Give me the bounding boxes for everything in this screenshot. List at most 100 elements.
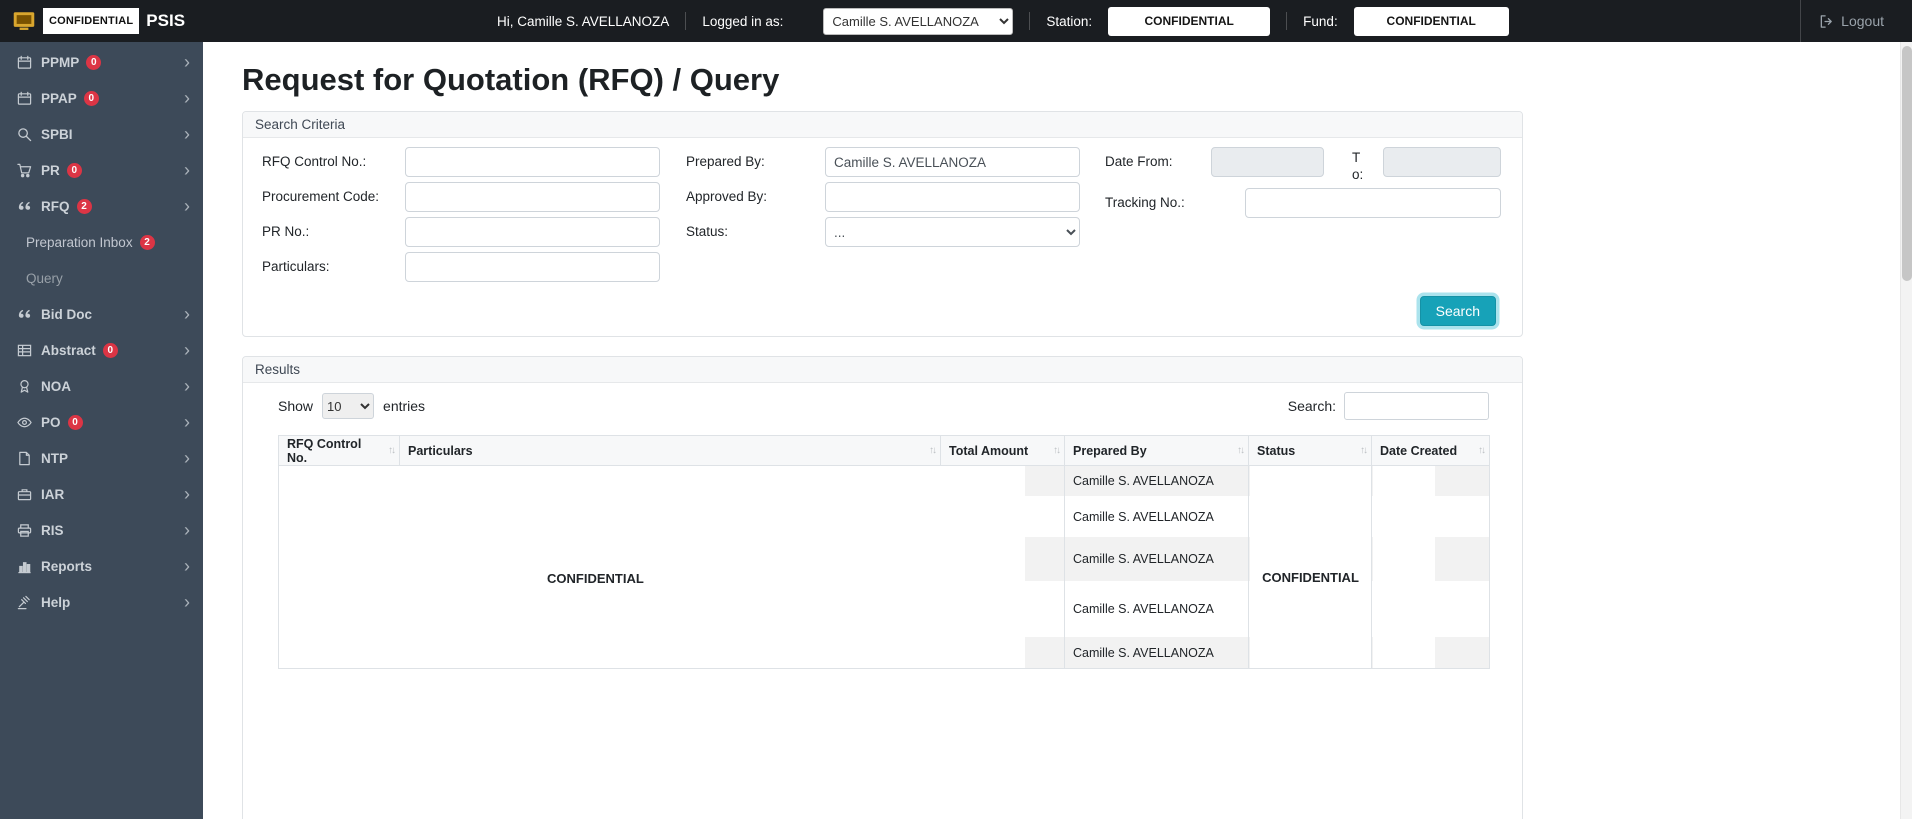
date-to-input[interactable] bbox=[1383, 147, 1501, 177]
sidebar-item-ppmp[interactable]: PPMP 0 › bbox=[0, 44, 203, 80]
approved-by-input[interactable] bbox=[825, 182, 1080, 212]
prepared-by-cell: Camille S. AVELLANOZA bbox=[1065, 466, 1249, 496]
sidebar-item-label: Abstract bbox=[41, 342, 96, 358]
column-label: RFQ Control No. bbox=[287, 436, 362, 465]
sidebar-item-ris[interactable]: RIS › bbox=[0, 512, 203, 548]
sidebar-item-query[interactable]: Query bbox=[0, 260, 203, 296]
rfq-control-no-input[interactable] bbox=[405, 147, 660, 177]
table-search-input[interactable] bbox=[1344, 392, 1489, 420]
topbar: CONFIDENTIAL PSIS Hi, Camille S. AVELLAN… bbox=[0, 0, 1912, 42]
results-card: Results Show 10 entries Search: RFQ Cont… bbox=[242, 356, 1523, 819]
logged-in-as-label: Logged in as: bbox=[702, 13, 784, 29]
sidebar-subitem-label: Query bbox=[26, 270, 63, 286]
confidential-text: CONFIDENTIAL bbox=[1262, 570, 1359, 585]
file-icon bbox=[14, 451, 34, 466]
sidebar-item-label: PPAP bbox=[41, 90, 77, 106]
redaction-overlay-date bbox=[1373, 466, 1435, 668]
prepared-by-cell: Camille S. AVELLANOZA bbox=[1065, 537, 1249, 581]
chevron-right-icon: › bbox=[184, 52, 190, 72]
divider bbox=[685, 12, 687, 30]
sort-icon[interactable]: ↑↓ bbox=[1237, 445, 1245, 456]
pr-no-input[interactable] bbox=[405, 217, 660, 247]
sidebar-item-reports[interactable]: Reports › bbox=[0, 548, 203, 584]
column-label: Prepared By bbox=[1073, 443, 1147, 458]
sidebar-item-po[interactable]: PO 0 › bbox=[0, 404, 203, 440]
particulars-input[interactable] bbox=[405, 252, 660, 282]
chevron-right-icon: › bbox=[184, 124, 190, 144]
column-header-status[interactable]: Status ↑↓ bbox=[1249, 436, 1372, 466]
station-label: Station: bbox=[1046, 13, 1093, 29]
bar-chart-icon bbox=[14, 559, 34, 574]
sidebar-item-rfq[interactable]: RFQ 2 › bbox=[0, 188, 203, 224]
app-logo-icon bbox=[13, 12, 35, 30]
rfq-control-no-label: RFQ Control No.: bbox=[262, 154, 367, 169]
procurement-code-label: Procurement Code: bbox=[262, 189, 380, 204]
user-select[interactable]: Camille S. AVELLANOZA bbox=[823, 7, 1014, 35]
sidebar-item-label: PR bbox=[41, 162, 60, 178]
column-label: Particulars bbox=[408, 443, 473, 458]
column-header-rfq-control-no[interactable]: RFQ Control No. ↑↓ bbox=[278, 436, 400, 466]
sidebar-item-ppap[interactable]: PPAP 0 › bbox=[0, 80, 203, 116]
sidebar-item-label: NTP bbox=[41, 450, 68, 466]
sort-icon[interactable]: ↑↓ bbox=[929, 445, 937, 456]
sidebar-item-iar[interactable]: IAR › bbox=[0, 476, 203, 512]
logout-label: Logout bbox=[1841, 13, 1884, 29]
table-header-row: RFQ Control No. ↑↓ Particulars ↑↓ Total Am… bbox=[278, 435, 1490, 466]
sidebar-item-label: Bid Doc bbox=[41, 306, 93, 322]
sidebar-item-label: PO bbox=[41, 414, 61, 430]
sidebar-item-abstract[interactable]: Abstract 0 › bbox=[0, 332, 203, 368]
quote-icon bbox=[14, 199, 34, 214]
fund-label: Fund: bbox=[1303, 13, 1338, 29]
sort-icon[interactable]: ↑↓ bbox=[1053, 445, 1061, 456]
main-content: Request for Quotation (RFQ) / Query Sear… bbox=[203, 42, 1912, 819]
sidebar-item-help[interactable]: Help › bbox=[0, 584, 203, 620]
column-header-total-amount[interactable]: Total Amount ↑↓ bbox=[941, 436, 1065, 466]
prepared-by-input[interactable] bbox=[825, 147, 1080, 177]
sort-icon[interactable]: ↑↓ bbox=[1360, 445, 1368, 456]
table-search-control: Search: bbox=[1288, 392, 1489, 420]
divider bbox=[1286, 12, 1288, 30]
chevron-right-icon: › bbox=[184, 304, 190, 324]
prepared-by-cell: Camille S. AVELLANOZA bbox=[1065, 581, 1249, 637]
logout-icon bbox=[1820, 14, 1833, 28]
date-from-input[interactable] bbox=[1211, 147, 1324, 177]
sidebar-item-pr[interactable]: PR 0 › bbox=[0, 152, 203, 188]
sort-icon[interactable]: ↑↓ bbox=[388, 445, 396, 456]
sidebar-item-preparation-inbox[interactable]: Preparation Inbox 2 bbox=[0, 224, 203, 260]
count-badge: 2 bbox=[139, 234, 155, 250]
briefcase-icon bbox=[14, 487, 34, 502]
award-icon bbox=[14, 379, 34, 394]
sidebar-item-label: Help bbox=[41, 594, 71, 610]
sidebar: PPMP 0 › PPAP 0 › SPBI › PR 0 › RFQ 2 › … bbox=[0, 42, 203, 819]
sort-icon[interactable]: ↑↓ bbox=[1478, 445, 1486, 456]
sidebar-item-label: RFQ bbox=[41, 198, 70, 214]
scrollbar-thumb[interactable] bbox=[1902, 46, 1912, 281]
logout-button[interactable]: Logout bbox=[1800, 0, 1884, 42]
sidebar-item-label: PPMP bbox=[41, 54, 80, 70]
eye-icon bbox=[14, 415, 34, 430]
count-badge: 2 bbox=[76, 198, 92, 214]
column-header-prepared-by[interactable]: Prepared By ↑↓ bbox=[1065, 436, 1249, 466]
sidebar-item-bid-doc[interactable]: Bid Doc › bbox=[0, 296, 203, 332]
scrollbar[interactable] bbox=[1900, 42, 1912, 819]
sidebar-item-noa[interactable]: NOA › bbox=[0, 368, 203, 404]
table-icon bbox=[14, 343, 34, 358]
tracking-no-input[interactable] bbox=[1245, 188, 1501, 218]
chevron-right-icon: › bbox=[184, 556, 190, 576]
particulars-label: Particulars: bbox=[262, 259, 330, 274]
sidebar-item-label: NOA bbox=[41, 378, 71, 394]
search-button[interactable]: Search bbox=[1419, 296, 1496, 326]
column-header-date-created[interactable]: Date Created ↑↓ bbox=[1372, 436, 1490, 466]
sidebar-item-spbi[interactable]: SPBI › bbox=[0, 116, 203, 152]
sidebar-item-ntp[interactable]: NTP › bbox=[0, 440, 203, 476]
page-length-select[interactable]: 10 bbox=[322, 393, 375, 419]
sidebar-item-label: Reports bbox=[41, 558, 93, 574]
calendar-icon bbox=[14, 55, 34, 70]
chevron-right-icon: › bbox=[184, 196, 190, 216]
calendar-icon bbox=[14, 91, 34, 106]
status-select[interactable]: ... bbox=[825, 217, 1080, 247]
count-badge: 0 bbox=[83, 90, 99, 106]
procurement-code-input[interactable] bbox=[405, 182, 660, 212]
column-header-particulars[interactable]: Particulars ↑↓ bbox=[400, 436, 941, 466]
gavel-icon bbox=[14, 595, 34, 610]
